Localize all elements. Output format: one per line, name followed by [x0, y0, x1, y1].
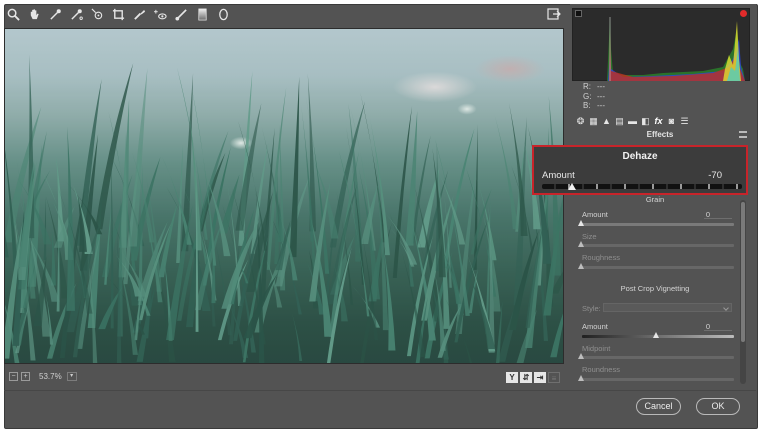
dehaze-title: Dehaze — [622, 151, 658, 162]
grain-roughness-slider[interactable] — [582, 266, 734, 269]
spot-removal-icon[interactable] — [130, 5, 148, 23]
swap-settings-icon[interactable]: ⇵ — [520, 372, 532, 383]
dehaze-amount-label: Amount — [542, 170, 575, 181]
vignette-amount-label: Amount — [582, 322, 608, 331]
toggle-default-icon[interactable]: ≡ — [548, 372, 560, 383]
grain-amount-field[interactable] — [704, 211, 732, 219]
grain-size-label: Size — [582, 232, 597, 241]
export-icon[interactable] — [547, 7, 561, 21]
dehaze-amount-value[interactable]: -70 — [708, 170, 722, 181]
panel-tabs: ❂ ▦ ▲ ▤ ▬ ◧ fx ◙ ☰ — [575, 116, 690, 127]
zoom-in-button[interactable]: + — [21, 372, 30, 381]
panel-menu-icon[interactable] — [739, 131, 747, 138]
zoom-icon[interactable] — [4, 5, 22, 23]
tab-basic-icon[interactable]: ❂ — [575, 116, 586, 127]
vignette-midpoint-label: Midpoint — [582, 344, 611, 353]
highlight-clipping-icon[interactable] — [740, 10, 747, 17]
tab-detail-icon[interactable]: ▲ — [601, 116, 612, 127]
grain-title: Grain — [645, 195, 665, 204]
tab-effects[interactable]: fx — [653, 116, 664, 127]
grain-size-slider[interactable] — [582, 244, 734, 247]
grain-size-thumb[interactable] — [578, 241, 584, 247]
red-eye-icon[interactable] — [151, 5, 169, 23]
vignette-roundness-slider[interactable] — [582, 378, 734, 381]
panel-title: Effects — [646, 130, 674, 139]
tab-split-toning-icon[interactable]: ▬ — [627, 116, 638, 127]
scrollbar-thumb[interactable] — [741, 202, 745, 342]
zoom-controls: − + 53.7% ▾ — [9, 372, 77, 381]
dehaze-slider-thumb[interactable] — [568, 183, 576, 190]
tab-hsl-icon[interactable]: ▤ — [614, 116, 625, 127]
vignette-roundness-label: Roundness — [582, 365, 620, 374]
vignette-title: Post Crop Vignetting — [620, 284, 690, 293]
tab-lens-corrections-icon[interactable]: ◧ — [640, 116, 651, 127]
grain-roughness-thumb[interactable] — [578, 263, 584, 269]
graduated-filter-icon[interactable] — [193, 5, 211, 23]
grass-photo — [5, 29, 563, 363]
copy-settings-icon[interactable]: ⇥ — [534, 372, 546, 383]
view-toggles: Y ⇵ ⇥ ≡ — [506, 372, 560, 383]
haze-overlay — [5, 29, 563, 363]
vignette-midpoint-thumb[interactable] — [578, 353, 584, 359]
grain-roughness-label: Roughness — [582, 253, 620, 262]
panel-scrollbar[interactable] — [740, 200, 746, 384]
grain-amount-label: Amount — [582, 210, 608, 219]
tab-tone-curve-icon[interactable]: ▦ — [588, 116, 599, 127]
image-preview[interactable] — [4, 28, 564, 364]
eyedropper-icon[interactable] — [46, 5, 64, 23]
chevron-down-icon[interactable]: ▾ — [66, 372, 77, 381]
crop-icon[interactable] — [109, 5, 127, 23]
ok-button[interactable]: OK — [696, 398, 740, 415]
brush-icon[interactable] — [172, 5, 190, 23]
toolbar — [4, 4, 232, 24]
vignette-amount-field[interactable] — [704, 323, 732, 331]
vignette-midpoint-slider[interactable] — [582, 356, 734, 359]
footer-divider — [4, 390, 756, 391]
vignette-roundness-thumb[interactable] — [578, 375, 584, 381]
grain-amount-thumb[interactable] — [578, 220, 584, 226]
before-after-toggle[interactable]: Y — [506, 372, 518, 383]
vignette-style-select[interactable] — [603, 303, 732, 312]
radial-filter-icon[interactable] — [214, 5, 232, 23]
zoom-level[interactable]: 53.7% — [39, 372, 62, 381]
vignette-amount-thumb[interactable] — [653, 332, 659, 338]
cancel-button[interactable]: Cancel — [636, 398, 681, 415]
dehaze-section: Dehaze Amount -70 — [532, 145, 748, 195]
shadow-clipping-icon[interactable] — [575, 10, 582, 17]
grain-amount-slider[interactable] — [582, 223, 734, 226]
targeted-adjustment-icon[interactable] — [88, 5, 106, 23]
rgb-readout: R: --- G: --- B: --- — [583, 82, 605, 110]
histogram — [572, 8, 750, 81]
tab-camera-calibration-icon[interactable]: ◙ — [666, 116, 677, 127]
color-sampler-icon[interactable] — [67, 5, 85, 23]
tab-presets-icon[interactable]: ☰ — [679, 116, 690, 127]
hand-icon[interactable] — [25, 5, 43, 23]
vignette-style-label: Style: — [582, 304, 601, 313]
zoom-out-button[interactable]: − — [9, 372, 18, 381]
